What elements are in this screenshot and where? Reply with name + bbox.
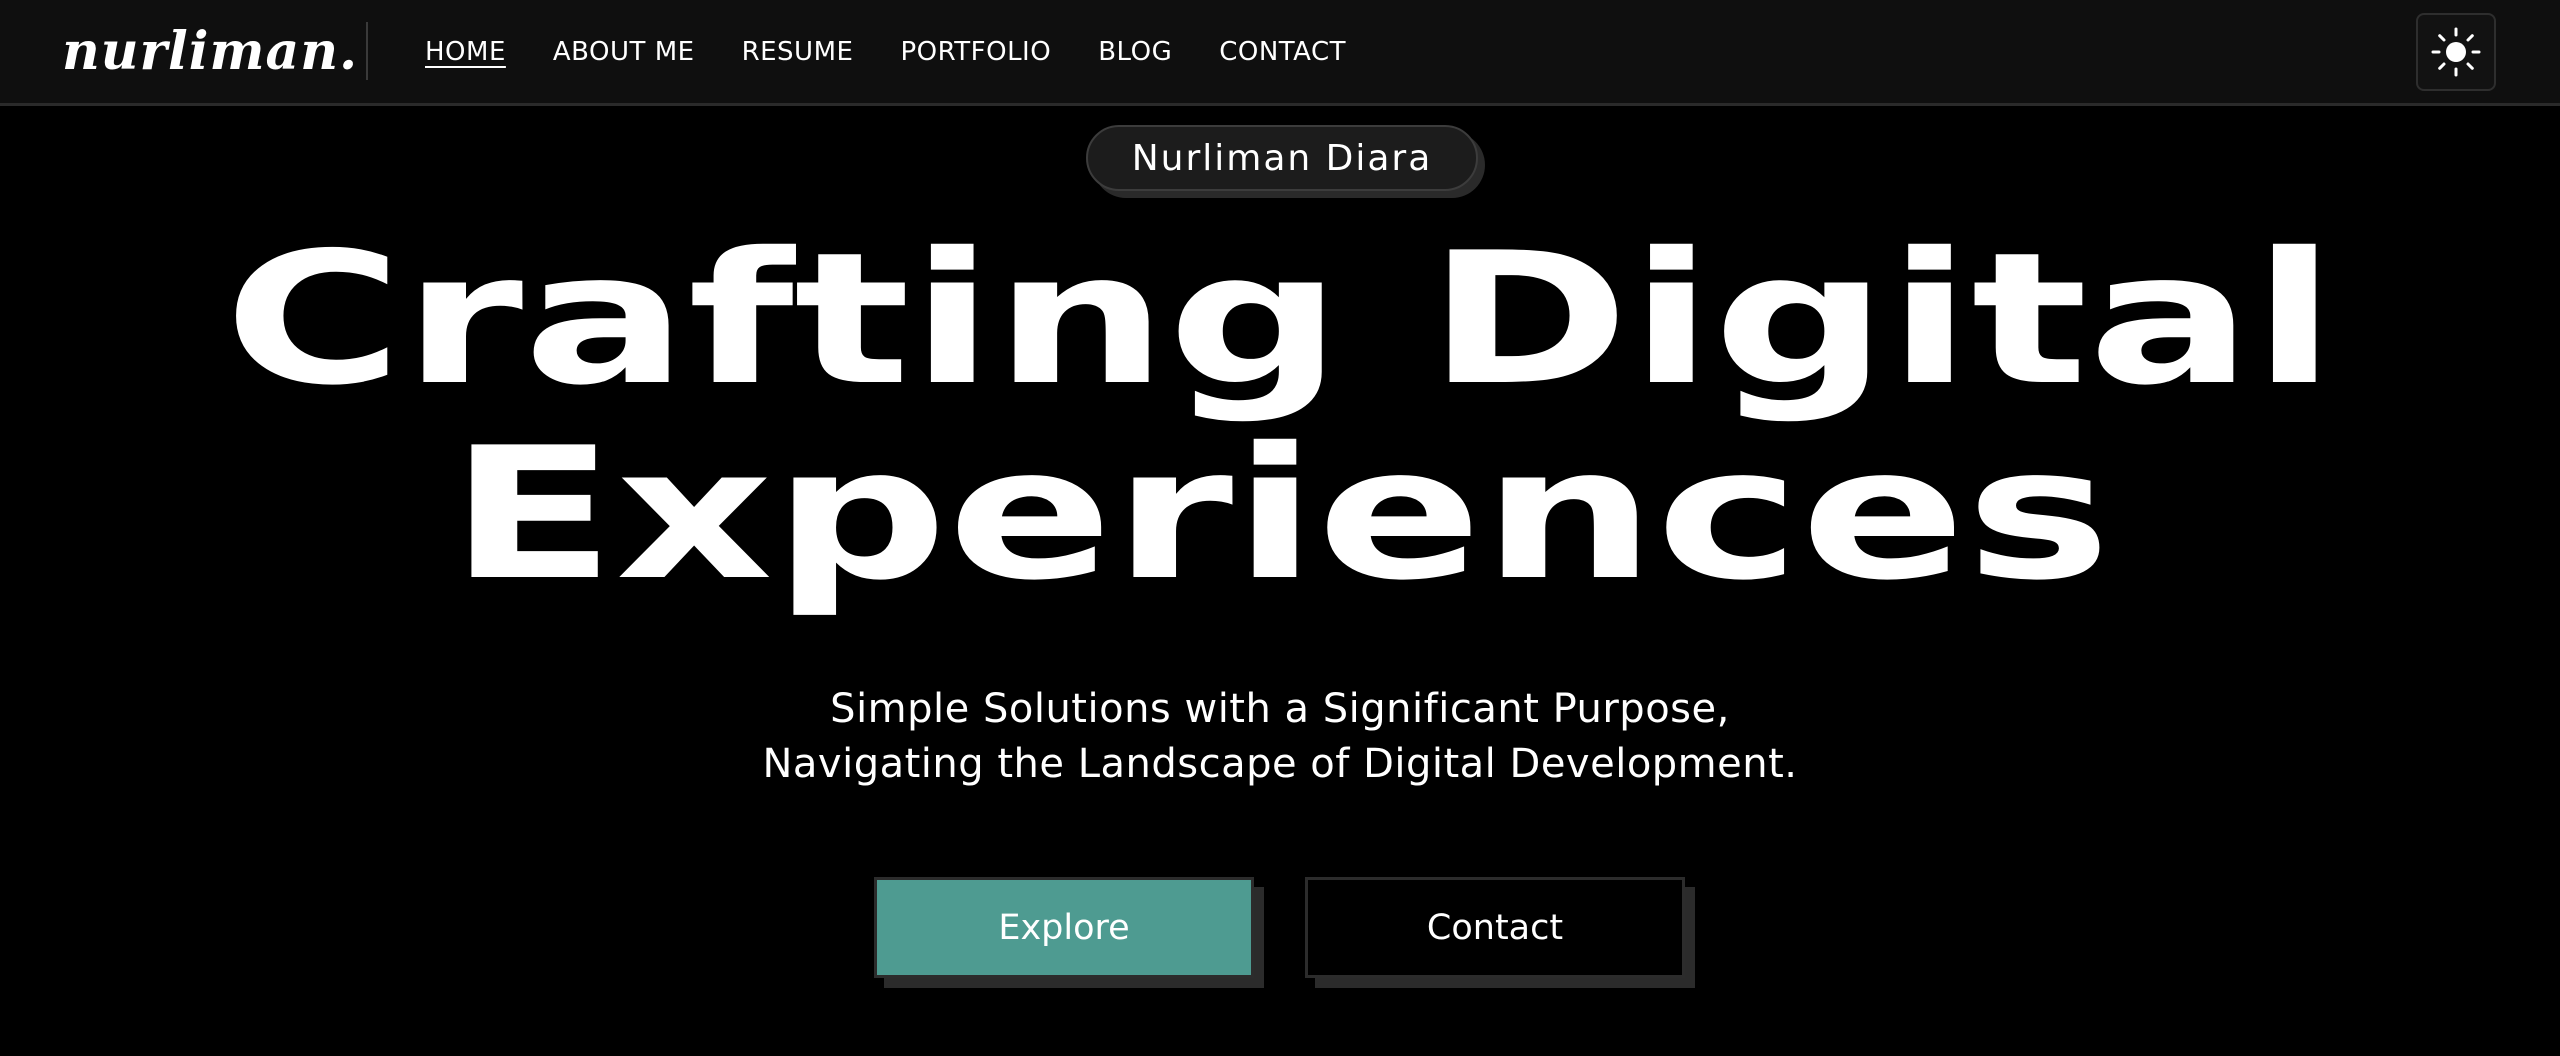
nav-resume-link[interactable]: RESUME	[742, 37, 854, 67]
nav-blog-link[interactable]: BLOG	[1098, 37, 1172, 67]
nav-home-link[interactable]: HOME	[425, 37, 506, 67]
site-header: nurliman. HOME ABOUT ME RESUME PORTFOLIO…	[0, 0, 2560, 106]
hero-title-line-2: Experiences	[449, 408, 2111, 620]
hero-subtitle: Simple Solutions with a Significant Purp…	[0, 682, 2560, 792]
hero-subtitle-line-1: Simple Solutions with a Significant Purp…	[830, 686, 1730, 732]
site-logo[interactable]: nurliman.	[62, 20, 358, 84]
hero-title-line-1: Crafting Digital	[223, 213, 2337, 425]
theme-toggle-button[interactable]	[2416, 13, 2496, 91]
explore-button[interactable]: Explore	[874, 877, 1254, 978]
sun-icon	[2431, 27, 2481, 77]
name-badge: Nurliman Diara	[1086, 125, 1478, 191]
nav-portfolio-link[interactable]: PORTFOLIO	[900, 37, 1051, 67]
logo-divider	[366, 22, 368, 80]
hero-title: Crafting Digital Experiences	[0, 222, 2560, 612]
hero-subtitle-line-2: Navigating the Landscape of Digital Deve…	[762, 741, 1798, 787]
nav-contact-link[interactable]: CONTACT	[1219, 37, 1346, 67]
nav-about-link[interactable]: ABOUT ME	[553, 37, 695, 67]
contact-button[interactable]: Contact	[1305, 877, 1685, 978]
main-nav: HOME ABOUT ME RESUME PORTFOLIO BLOG CONT…	[425, 0, 1393, 103]
